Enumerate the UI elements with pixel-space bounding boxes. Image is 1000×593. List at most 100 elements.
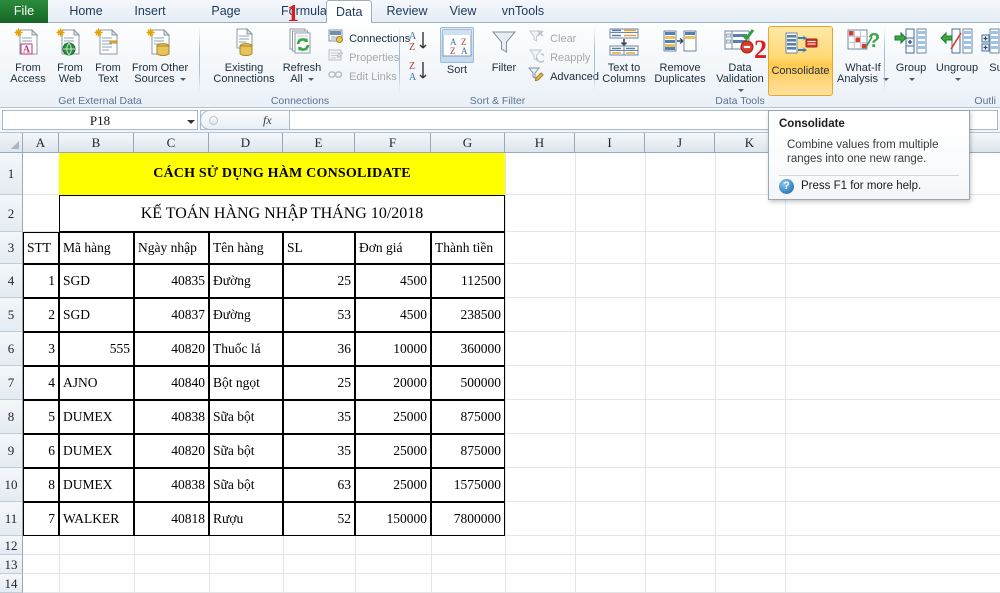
table-row[interactable]: DUMEX <box>59 468 134 502</box>
table-row[interactable]: SGD <box>59 264 134 298</box>
table-row[interactable]: WALKER <box>59 502 134 536</box>
table-row[interactable]: 555 <box>59 332 134 366</box>
cell-header-don-gia[interactable]: Đơn giá <box>355 232 431 264</box>
from-access-button[interactable]: A From Access <box>4 27 52 86</box>
row-header-14[interactable]: 14 <box>0 574 23 593</box>
table-row[interactable]: 5 <box>23 400 59 434</box>
row-header-1[interactable]: 1 <box>0 153 23 195</box>
table-row[interactable]: 40820 <box>134 434 209 468</box>
table-row[interactable]: 25000 <box>355 434 431 468</box>
table-row[interactable]: 25000 <box>355 400 431 434</box>
table-row[interactable]: 36 <box>283 332 355 366</box>
column-header-C[interactable]: C <box>134 133 209 153</box>
tab-insert[interactable]: Insert <box>122 0 178 23</box>
table-row[interactable]: SGD <box>59 298 134 332</box>
column-header-I[interactable]: I <box>575 133 645 153</box>
table-row[interactable]: 6 <box>23 434 59 468</box>
cell-title-sub[interactable]: KẾ TOÁN HÀNG NHẬP THÁNG 10/2018 <box>59 195 505 232</box>
row-header-3[interactable]: 3 <box>0 232 23 264</box>
table-row[interactable]: 500000 <box>431 366 505 400</box>
column-header-A[interactable]: A <box>23 133 59 153</box>
filter-button[interactable]: Filter <box>482 27 526 74</box>
select-all-corner[interactable] <box>0 133 23 153</box>
cell-header-ma-hang[interactable]: Mã hàng <box>59 232 134 264</box>
tab-home[interactable]: Home <box>56 0 116 23</box>
insert-function-icon[interactable]: fx <box>263 113 272 128</box>
table-row[interactable]: 10000 <box>355 332 431 366</box>
table-row[interactable]: Sữa bột <box>209 400 283 434</box>
row-header-12[interactable]: 12 <box>0 536 23 555</box>
sort-ascending-button[interactable]: A Z <box>406 29 432 59</box>
cell-header-stt[interactable]: STT <box>23 232 59 264</box>
table-row[interactable]: DUMEX <box>59 400 134 434</box>
consolidate-button[interactable]: Consolidate <box>768 26 833 96</box>
table-row[interactable]: 35 <box>283 434 355 468</box>
table-row[interactable]: 53 <box>283 298 355 332</box>
table-row[interactable]: 4 <box>23 366 59 400</box>
table-row[interactable]: 875000 <box>431 400 505 434</box>
row-header-5[interactable]: 5 <box>0 298 23 332</box>
existing-connections-button[interactable]: Existing Connections <box>204 27 284 86</box>
table-row[interactable]: 4500 <box>355 298 431 332</box>
table-row[interactable]: 40818 <box>134 502 209 536</box>
tab-page-layout[interactable]: Page Layout <box>182 0 270 41</box>
table-row[interactable]: 40837 <box>134 298 209 332</box>
column-header-G[interactable]: G <box>431 133 505 153</box>
name-box[interactable]: P18 <box>2 110 198 130</box>
column-header-F[interactable]: F <box>355 133 431 153</box>
row-header-8[interactable]: 8 <box>0 400 23 434</box>
table-row[interactable]: 360000 <box>431 332 505 366</box>
table-row[interactable]: Sữa bột <box>209 468 283 502</box>
table-row[interactable]: 4500 <box>355 264 431 298</box>
table-row[interactable]: 52 <box>283 502 355 536</box>
table-row[interactable]: 7 <box>23 502 59 536</box>
table-row[interactable]: 35 <box>283 400 355 434</box>
tab-review[interactable]: Review <box>376 0 438 23</box>
tab-file[interactable]: File <box>0 0 48 23</box>
cancel-formula-icon[interactable] <box>209 116 218 125</box>
column-header-H[interactable]: H <box>505 133 575 153</box>
table-row[interactable]: 1575000 <box>431 468 505 502</box>
reapply-filter-button[interactable]: Reapply <box>528 48 590 65</box>
sort-descending-button[interactable]: Z A <box>406 59 432 89</box>
table-row[interactable]: 40840 <box>134 366 209 400</box>
from-web-button[interactable]: From Web <box>50 27 90 86</box>
table-row[interactable]: Sữa bột <box>209 434 283 468</box>
row-header-2[interactable]: 2 <box>0 195 23 232</box>
table-row[interactable]: Rượu <box>209 502 283 536</box>
tab-view[interactable]: View <box>438 0 488 23</box>
table-row[interactable]: 1 <box>23 264 59 298</box>
row-header-7[interactable]: 7 <box>0 366 23 400</box>
cell-header-sl[interactable]: SL <box>283 232 355 264</box>
sort-button[interactable]: A Z Z A Sort <box>436 27 478 76</box>
table-row[interactable]: 150000 <box>355 502 431 536</box>
table-row[interactable]: 40838 <box>134 400 209 434</box>
table-row[interactable]: 25 <box>283 264 355 298</box>
table-row[interactable]: AJNO <box>59 366 134 400</box>
connections-button[interactable]: Connections <box>328 29 410 46</box>
properties-button[interactable]: Properties <box>328 48 399 65</box>
cell-title-main[interactable]: CÁCH SỬ DỤNG HÀM CONSOLIDATE <box>59 153 505 195</box>
table-row[interactable]: 3 <box>23 332 59 366</box>
row-header-6[interactable]: 6 <box>0 332 23 366</box>
table-row[interactable]: 40835 <box>134 264 209 298</box>
advanced-filter-button[interactable]: Advanced <box>527 67 599 84</box>
what-if-analysis-button[interactable]: ? What-If Analysis <box>835 27 891 86</box>
tab-vntools[interactable]: vnTools <box>490 0 556 23</box>
column-header-D[interactable]: D <box>209 133 283 153</box>
row-header-10[interactable]: 10 <box>0 468 23 502</box>
table-row[interactable]: 875000 <box>431 434 505 468</box>
table-row[interactable]: 20000 <box>355 366 431 400</box>
clear-filter-button[interactable]: Clear <box>528 29 576 46</box>
table-row[interactable]: 7800000 <box>431 502 505 536</box>
ungroup-button[interactable]: Ungroup <box>931 27 983 86</box>
chevron-down-icon[interactable] <box>187 120 195 124</box>
column-header-J[interactable]: J <box>645 133 715 153</box>
table-row[interactable]: 40838 <box>134 468 209 502</box>
group-button[interactable]: Group <box>889 27 933 86</box>
table-row[interactable]: Thuốc lá <box>209 332 283 366</box>
refresh-all-button[interactable]: Refresh All <box>274 27 330 86</box>
row-header-11[interactable]: 11 <box>0 502 23 536</box>
from-other-sources-button[interactable]: From Other Sources <box>126 27 194 86</box>
cell-header-ten-hang[interactable]: Tên hàng <box>209 232 283 264</box>
